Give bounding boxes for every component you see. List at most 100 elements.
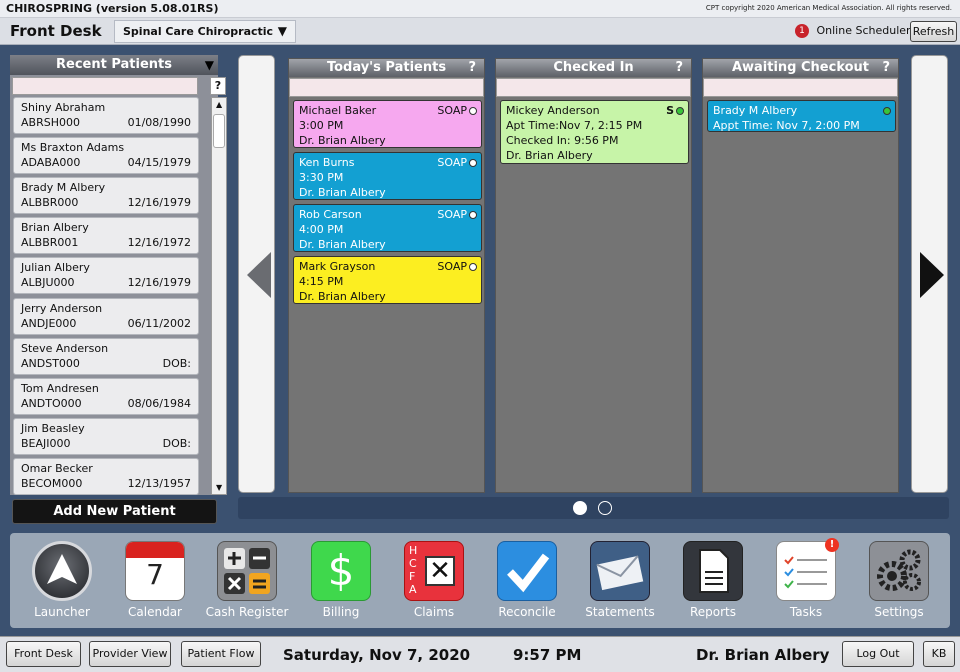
- column-help-button[interactable]: ?: [675, 59, 683, 77]
- patient-flow-button[interactable]: Patient Flow: [181, 641, 261, 667]
- next-page-button[interactable]: [911, 55, 948, 493]
- refresh-button[interactable]: Refresh: [910, 21, 957, 42]
- soap-label: SOAP: [437, 104, 467, 117]
- card-doctor: Dr. Brian Albery: [299, 238, 386, 251]
- patient-card[interactable]: Shiny Abraham ABRSH000 01/08/1990: [13, 97, 199, 134]
- patient-id: ALBBR000: [21, 196, 79, 209]
- patient-id: ANDST000: [21, 357, 80, 370]
- front-desk-button[interactable]: Front Desk: [6, 641, 81, 667]
- patient-card[interactable]: Brian Albery ALBBR001 12/16/1972: [13, 217, 199, 254]
- status-dot-icon: [469, 159, 477, 167]
- patient-card[interactable]: Julian Albery ALBJU000 12/16/1979: [13, 257, 199, 294]
- dropdown-arrow-icon[interactable]: ▼: [205, 55, 214, 75]
- appointment-card[interactable]: Ken Burns 3:30 PM Dr. Brian Albery SOAP: [293, 152, 482, 200]
- patient-card[interactable]: Tom Andresen ANDTO000 08/06/1984: [13, 378, 199, 415]
- launcher-label: Launcher: [34, 605, 90, 619]
- card-doctor: Dr. Brian Albery: [299, 290, 386, 303]
- reports-icon[interactable]: [683, 541, 743, 601]
- soap-indicator: S: [666, 103, 684, 118]
- status-dot-icon: [883, 107, 891, 115]
- scroll-up-icon[interactable]: ▲: [216, 100, 222, 109]
- patient-card[interactable]: Omar Becker BECOM000 12/13/1957: [13, 458, 199, 495]
- settings-label: Settings: [874, 605, 924, 619]
- patient-name: Tom Andresen: [21, 382, 99, 395]
- soap-label: SOAP: [437, 156, 467, 169]
- column-help-button[interactable]: ?: [882, 59, 890, 77]
- appointment-card[interactable]: Mark Grayson 4:15 PM Dr. Brian Albery SO…: [293, 256, 482, 304]
- scroll-down-icon[interactable]: ▼: [216, 483, 222, 492]
- soap-indicator: SOAP: [437, 259, 477, 274]
- patient-dob: 04/15/1979: [127, 156, 191, 169]
- card-doctor: Dr. Brian Albery: [506, 149, 593, 162]
- scrollbar-thumb[interactable]: [213, 114, 225, 148]
- cash-register-icon[interactable]: [217, 541, 277, 601]
- tasks-icon[interactable]: !: [776, 538, 839, 601]
- soap-label: SOAP: [437, 208, 467, 221]
- card-doctor: Dr. Brian Albery: [299, 186, 386, 199]
- today-search-input[interactable]: [289, 78, 484, 97]
- patient-dob: 12/16/1979: [127, 276, 191, 289]
- launcher-arrow-icon: [47, 554, 77, 584]
- column-header: Checked In ?: [496, 59, 691, 77]
- checked-in-search-input[interactable]: [496, 78, 691, 97]
- column-title: Awaiting Checkout: [731, 60, 870, 75]
- recent-search-input[interactable]: [12, 77, 198, 95]
- clinic-selector[interactable]: Spinal Care Chiropractic ▼: [114, 20, 296, 43]
- settings-icon[interactable]: [869, 541, 929, 601]
- patient-card[interactable]: Jerry Anderson ANDJE000 06/11/2002: [13, 298, 199, 335]
- recent-patients-title: Recent Patients: [56, 57, 172, 72]
- patient-dob: 08/06/1984: [127, 397, 191, 410]
- patient-dob: DOB:: [162, 357, 191, 370]
- billing-icon[interactable]: $: [311, 541, 371, 601]
- patient-name: Julian Albery: [21, 261, 90, 274]
- column-title: Today's Patients: [326, 60, 447, 75]
- patient-name: Steve Anderson: [21, 342, 109, 355]
- add-new-patient-button[interactable]: Add New Patient: [12, 499, 217, 524]
- log-out-button[interactable]: Log Out: [842, 641, 914, 667]
- launcher-icon[interactable]: [32, 541, 92, 601]
- section-title: Front Desk: [10, 22, 102, 40]
- calendar-icon[interactable]: 7: [125, 541, 185, 601]
- patient-dob: 06/11/2002: [127, 317, 191, 330]
- chevron-down-icon: ▼: [277, 24, 287, 38]
- todays-patients-column: Today's Patients ? Michael Baker 3:00 PM…: [288, 58, 485, 493]
- patient-card[interactable]: Ms Braxton Adams ADABA000 04/15/1979: [13, 137, 199, 174]
- page-dot-active[interactable]: [573, 501, 587, 515]
- appointment-card[interactable]: Michael Baker 3:00 PM Dr. Brian Albery S…: [293, 100, 482, 148]
- online-scheduler[interactable]: 1 Online Scheduler: [795, 24, 911, 38]
- page-dot[interactable]: [598, 501, 612, 515]
- patient-card[interactable]: Jim Beasley BEAJI000 DOB:: [13, 418, 199, 455]
- awaiting-search-input[interactable]: [703, 78, 898, 97]
- user-initials-button[interactable]: KB: [923, 641, 955, 667]
- soap-indicator: [881, 103, 891, 118]
- previous-page-button[interactable]: [238, 55, 275, 493]
- column-help-button[interactable]: ?: [468, 59, 476, 77]
- statements-icon[interactable]: [590, 541, 650, 601]
- patient-card[interactable]: Steve Anderson ANDST000 DOB:: [13, 338, 199, 375]
- appointment-card[interactable]: Rob Carson 4:00 PM Dr. Brian Albery SOAP: [293, 204, 482, 252]
- patient-list: Shiny Abraham ABRSH000 01/08/1990 Ms Braxt…: [13, 97, 209, 495]
- claims-icon[interactable]: HCFA ✕: [404, 541, 464, 601]
- document-icon: [699, 549, 729, 593]
- reconcile-icon[interactable]: [497, 541, 557, 601]
- soap-label: S: [666, 104, 674, 117]
- patient-name: Brady M Albery: [21, 181, 106, 194]
- checkmark-icon: [507, 553, 550, 593]
- recent-help-button[interactable]: ?: [210, 77, 226, 95]
- tasks-alert-badge: !: [825, 538, 839, 552]
- patient-card[interactable]: Brady M Albery ALBBR000 12/16/1979: [13, 177, 199, 214]
- soap-indicator: SOAP: [437, 207, 477, 222]
- patient-list-scrollbar[interactable]: ▲ ▼: [211, 97, 227, 495]
- provider-view-button[interactable]: Provider View: [89, 641, 171, 667]
- bottom-bar: Front Desk Provider View Patient Flow Sa…: [0, 636, 960, 672]
- current-date: Saturday, Nov 7, 2020: [283, 646, 471, 664]
- statements-label: Statements: [585, 605, 655, 619]
- checkout-card[interactable]: Brady M Albery Appt Time: Nov 7, 2:00 PM: [707, 100, 896, 132]
- arrow-right-icon: [920, 252, 944, 298]
- card-appt-time: Apt Time:Nov 7, 2:15 PM: [506, 119, 643, 132]
- status-dot-icon: [469, 107, 477, 115]
- scheduler-label: Online Scheduler: [816, 24, 911, 37]
- card-patient-name: Mickey Anderson: [506, 104, 600, 117]
- checked-in-card[interactable]: Mickey Anderson Apt Time:Nov 7, 2:15 PM …: [500, 100, 689, 164]
- envelope-icon: [596, 555, 644, 591]
